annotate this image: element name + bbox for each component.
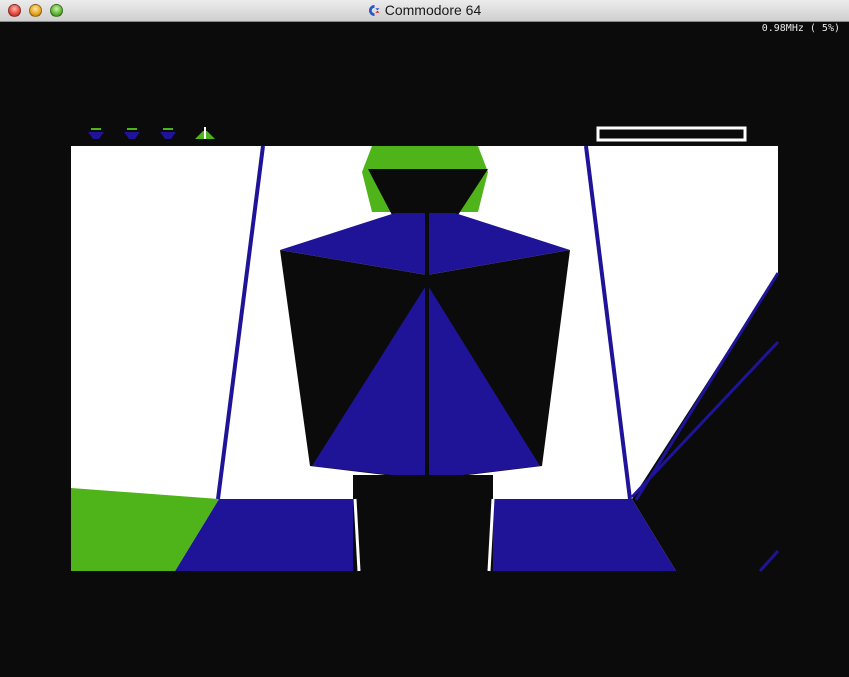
window-title-text: Commodore 64 (384, 2, 482, 18)
ship-icon (160, 128, 176, 139)
energy-bar (596, 126, 747, 142)
lives-indicator (88, 127, 215, 139)
window-title: Commodore 64 (0, 2, 849, 20)
ship-icon (88, 128, 104, 139)
game-screen (71, 126, 780, 573)
window-titlebar: Commodore 64 (0, 0, 849, 22)
commodore-logo-icon (368, 4, 381, 20)
player-ship-icon (195, 127, 215, 139)
ship-icon (124, 128, 140, 139)
game-viewport (71, 145, 780, 573)
